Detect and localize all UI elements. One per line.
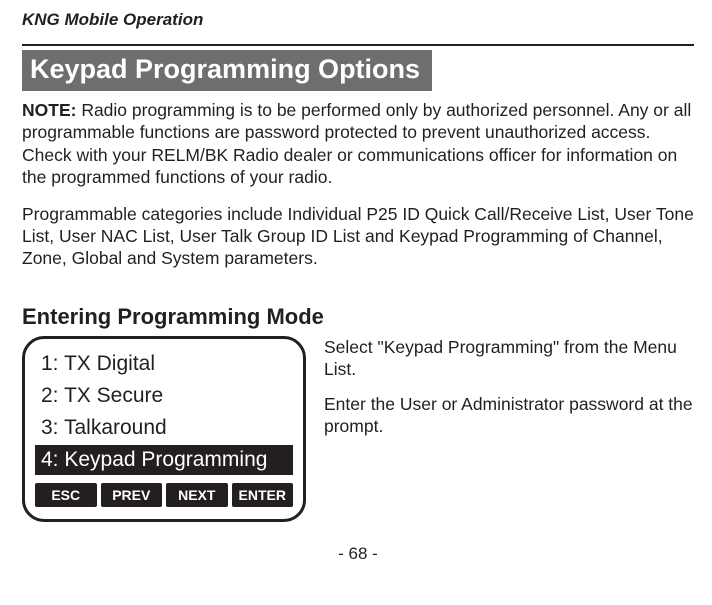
title-rule: Keypad Programming Options	[22, 44, 694, 91]
menu-item-4[interactable]: 4: Keypad Programming	[35, 445, 293, 475]
softkey-prev[interactable]: PREV	[101, 483, 163, 507]
device-frame: 1: TX Digital 2: TX Secure 3: Talkaround…	[22, 336, 306, 522]
menu-item-3[interactable]: 3: Talkaround	[35, 413, 293, 443]
note-label: NOTE:	[22, 100, 76, 120]
softkey-enter[interactable]: ENTER	[232, 483, 294, 507]
side-paragraph-1: Select "Keypad Programming" from the Men…	[324, 336, 694, 381]
body-paragraph-2: Programmable categories include Individu…	[22, 203, 694, 270]
side-paragraph-2: Enter the User or Administrator password…	[324, 393, 694, 438]
menu-item-1[interactable]: 1: TX Digital	[35, 349, 293, 379]
running-head: KNG Mobile Operation	[22, 10, 694, 30]
menu-item-2[interactable]: 2: TX Secure	[35, 381, 293, 411]
body-text: NOTE: Radio programming is to be perform…	[22, 99, 694, 270]
section-title: Keypad Programming Options	[22, 50, 432, 91]
softkey-next[interactable]: NEXT	[166, 483, 228, 507]
side-text: Select "Keypad Programming" from the Men…	[324, 336, 694, 450]
note-text: Radio programming is to be performed onl…	[22, 100, 691, 187]
page-number: - 68 -	[22, 544, 694, 564]
device-screen: 1: TX Digital 2: TX Secure 3: Talkaround…	[22, 336, 306, 522]
note-paragraph: NOTE: Radio programming is to be perform…	[22, 99, 694, 189]
subheading: Entering Programming Mode	[22, 304, 694, 330]
softkey-esc[interactable]: ESC	[35, 483, 97, 507]
softkey-row: ESC PREV NEXT ENTER	[35, 483, 293, 507]
